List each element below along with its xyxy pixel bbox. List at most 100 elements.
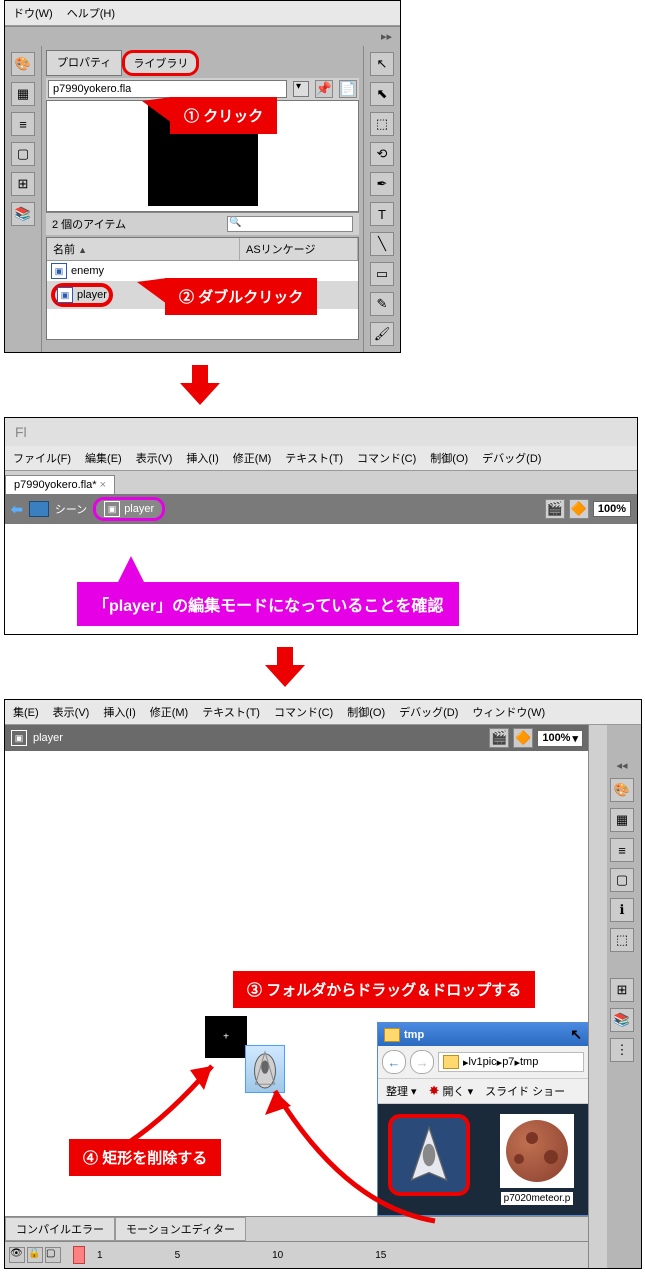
eye-icon[interactable]: 👁	[9, 1247, 25, 1263]
meteor-thumb	[500, 1114, 574, 1188]
pen-icon[interactable]: ✒	[370, 172, 394, 196]
symbol-nav-icon[interactable]: 🔶	[513, 728, 533, 748]
pin-icon[interactable]: 📌	[315, 80, 333, 98]
folder-icon	[384, 1028, 400, 1042]
grid-icon[interactable]: ▦	[610, 808, 634, 832]
num-3: ③	[247, 982, 262, 999]
symbol-nav-icon[interactable]: 🔶	[569, 499, 589, 519]
component-icon[interactable]: ⊞	[11, 172, 35, 196]
menu-window[interactable]: ウィンドウ(W)	[472, 704, 545, 720]
menu-window[interactable]: ドウ(W)	[13, 5, 53, 21]
menu-commands[interactable]: コマンド(C)	[357, 450, 416, 466]
edit-bar: ⬅ シーン ▣ player 🎬 🔶 100%	[5, 494, 637, 524]
transform-icon[interactable]: ⬚	[610, 928, 634, 952]
menu-insert[interactable]: 挿入(I)	[186, 450, 218, 466]
scene-nav-icon[interactable]: 🎬	[545, 499, 565, 519]
lasso-icon[interactable]: ⟲	[370, 142, 394, 166]
zoom-field[interactable]: 100% ▾	[537, 730, 583, 747]
cursor-icon: ↖	[570, 1026, 582, 1043]
menu-edit[interactable]: 集(E)	[13, 704, 39, 720]
info-icon[interactable]: ℹ	[610, 898, 634, 922]
library-icon[interactable]: 📚	[610, 1008, 634, 1032]
pencil-icon[interactable]: ✎	[370, 292, 394, 316]
menu-debug[interactable]: デバッグ(D)	[399, 704, 458, 720]
col-linkage[interactable]: ASリンケージ	[240, 238, 358, 260]
tab-library[interactable]: ライブラリ	[122, 50, 199, 76]
menu-view[interactable]: 表示(V)	[53, 704, 90, 720]
box-icon[interactable]: ▢	[11, 142, 35, 166]
menu-edit[interactable]: 編集(E)	[85, 450, 122, 466]
lock-icon[interactable]: 🔒	[27, 1247, 43, 1263]
thumb-meteor[interactable]: p7020meteor.p	[500, 1114, 574, 1205]
line-tool-icon[interactable]: ╲	[370, 232, 394, 256]
menu-modify[interactable]: 修正(M)	[233, 450, 272, 466]
menu-modify[interactable]: 修正(M)	[150, 704, 189, 720]
grid-icon[interactable]: ▦	[11, 82, 35, 106]
arrow-down-icon	[180, 365, 220, 405]
scene-nav-icon[interactable]: 🎬	[489, 728, 509, 748]
menu-insert[interactable]: 挿入(I)	[103, 704, 135, 720]
palette-icon[interactable]: 🎨	[610, 778, 634, 802]
stage-3[interactable]: + ③ フォルダからドラッグ＆ドロップする ④ 矩形を削除する	[5, 751, 589, 1216]
scene-icon[interactable]	[29, 501, 49, 517]
outline-icon[interactable]: ▢	[45, 1247, 61, 1263]
breadcrumb-scene[interactable]: シーン	[55, 501, 87, 517]
align-icon[interactable]: ≡	[11, 112, 35, 136]
arrow-tool-icon[interactable]: ↖	[370, 52, 394, 76]
callout-1: ① クリック	[170, 97, 277, 134]
menu-control[interactable]: 制御(O)	[347, 704, 385, 720]
breadcrumb-symbol[interactable]: player	[33, 732, 63, 744]
breadcrumb-player-circled: ▣ player	[93, 497, 165, 521]
file-combo[interactable]: p7990yokero.fla	[48, 80, 287, 98]
explorer-title: tmp ↖	[378, 1023, 588, 1046]
callout-3: ③ フォルダからドラッグ＆ドロップする	[233, 971, 535, 1008]
menu-debug[interactable]: デバッグ(D)	[482, 450, 541, 466]
menu-text[interactable]: テキスト(T)	[285, 450, 343, 466]
edit-bar-3: ▣ player 🎬 🔶 100% ▾	[5, 725, 589, 751]
menu-help[interactable]: ヘルプ(H)	[67, 5, 115, 21]
breadcrumb-symbol[interactable]: player	[124, 503, 154, 515]
sort-asc-icon[interactable]: ▲	[78, 245, 87, 255]
document-tab[interactable]: p7990yokero.fla* ×	[5, 475, 115, 494]
movieclip-icon: ▣	[57, 287, 73, 303]
col-name[interactable]: 名前	[53, 244, 75, 256]
address-bar[interactable]: ▸ lv1pic ▸ p7 ▸ tmp	[438, 1052, 584, 1072]
frame-num-15: 15	[375, 1250, 386, 1261]
menu-view[interactable]: 表示(V)	[136, 450, 173, 466]
freetransform-icon[interactable]: ⬚	[370, 112, 394, 136]
brush-icon[interactable]: 🖌	[370, 322, 394, 346]
black-rect[interactable]: +	[205, 1016, 247, 1058]
timeline[interactable]: 👁 🔒 ▢ 1 5 10 15	[5, 1241, 589, 1268]
frame-num-1: 1	[97, 1250, 103, 1261]
misc-icon[interactable]: ⋮	[610, 1038, 634, 1062]
dropdown-arrow-icon[interactable]	[293, 81, 309, 97]
rect-tool-icon[interactable]: ▭	[370, 262, 394, 286]
component-icon[interactable]: ⊞	[610, 978, 634, 1002]
new-icon[interactable]: 📄	[339, 80, 357, 98]
subselect-icon[interactable]: ⬉	[370, 82, 394, 106]
app-title: Fl	[5, 418, 637, 446]
registration-icon: +	[223, 1032, 229, 1043]
tab-properties[interactable]: プロパティ	[46, 50, 122, 76]
box-icon[interactable]: ▢	[610, 868, 634, 892]
chevron-down-icon[interactable]: ▾	[572, 732, 578, 745]
player-row-circled: ▣ player	[51, 283, 113, 307]
text-tool-icon[interactable]: T	[370, 202, 394, 226]
menu-file[interactable]: ファイル(F)	[13, 450, 71, 466]
right-toolbar: ↖ ⬉ ⬚ ⟲ ✒ T ╲ ▭ ✎ 🖌	[363, 46, 400, 352]
callout-confirm: 「player」の編集モードになっていることを確認	[77, 582, 459, 626]
menu-control[interactable]: 制御(O)	[430, 450, 468, 466]
menu-commands[interactable]: コマンド(C)	[274, 704, 333, 720]
menu-text[interactable]: テキスト(T)	[202, 704, 260, 720]
back-icon[interactable]: ⬅	[11, 501, 23, 518]
library-icon[interactable]: 📚	[11, 202, 35, 226]
tab-compile-errors[interactable]: コンパイルエラー	[5, 1217, 115, 1241]
frame-1[interactable]	[73, 1246, 85, 1264]
slideshow-menu[interactable]: スライド ショー	[485, 1083, 565, 1099]
item-player: player	[77, 289, 107, 301]
palette-icon[interactable]: 🎨	[11, 52, 35, 76]
zoom-field[interactable]: 100%	[593, 501, 631, 517]
align-icon[interactable]: ≡	[610, 838, 634, 862]
close-icon[interactable]: ×	[100, 479, 106, 491]
library-search[interactable]	[227, 216, 353, 232]
